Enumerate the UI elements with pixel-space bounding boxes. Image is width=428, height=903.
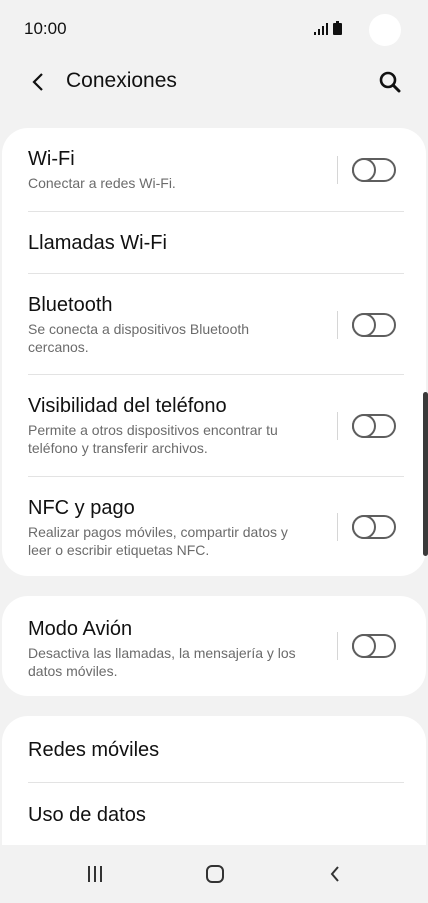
connections-card: Wi-Fi Conectar a redes Wi-Fi. Llamadas W… (2, 128, 426, 576)
network-card: Redes móviles Uso de datos (2, 716, 426, 856)
navigation-bar (0, 845, 428, 903)
row-wifi[interactable]: Wi-Fi Conectar a redes Wi-Fi. (2, 128, 426, 212)
signal-icon (314, 23, 328, 35)
home-button[interactable] (195, 859, 235, 889)
toggle-knob (352, 158, 376, 182)
back-icon (330, 866, 339, 882)
page-title: Conexiones (66, 69, 177, 92)
row-mobile-networks[interactable]: Redes móviles (2, 716, 426, 783)
chevron-left-icon (32, 73, 43, 91)
row-title: Uso de datos (28, 804, 146, 826)
toggle-knob (352, 312, 376, 337)
toggle-knob (352, 634, 376, 658)
row-title: Redes móviles (28, 739, 160, 761)
toggle-wrap (337, 156, 396, 184)
row-nfc[interactable]: NFC y pago Realizar pagos móviles, compa… (2, 477, 426, 576)
toggle-wrap (337, 412, 396, 440)
row-title: Llamadas Wi-Fi (28, 232, 167, 254)
airplane-toggle[interactable] (352, 634, 396, 658)
search-button[interactable] (376, 68, 404, 96)
divider (337, 632, 338, 660)
status-bar: 10:00 (0, 0, 428, 60)
battery-icon (333, 21, 342, 35)
nav-back-button[interactable] (315, 859, 355, 889)
divider (337, 512, 338, 541)
row-airplane-mode[interactable]: Modo Avión Desactiva las llamadas, la me… (2, 596, 426, 696)
recents-button[interactable] (75, 859, 115, 889)
profile-circle (369, 14, 401, 46)
back-button[interactable] (24, 68, 52, 96)
divider (337, 412, 338, 440)
home-icon (206, 865, 224, 883)
row-wifi-calling[interactable]: Llamadas Wi-Fi (2, 212, 426, 274)
recents-icon (88, 866, 102, 882)
toggle-wrap (337, 512, 396, 541)
app-header: Conexiones (0, 60, 428, 104)
row-bluetooth[interactable]: Bluetooth Se conecta a dispositivos Blue… (2, 274, 426, 375)
toggle-wrap (337, 310, 396, 339)
nfc-toggle[interactable] (352, 514, 396, 539)
wifi-toggle[interactable] (352, 158, 396, 182)
divider (337, 310, 338, 339)
visibility-toggle[interactable] (352, 414, 396, 438)
toggle-knob (352, 514, 376, 539)
row-phone-visibility[interactable]: Visibilidad del teléfono Permite a otros… (2, 375, 426, 477)
scrollbar-thumb[interactable] (423, 392, 428, 556)
search-icon (379, 71, 401, 93)
airplane-card: Modo Avión Desactiva las llamadas, la me… (2, 596, 426, 696)
status-time: 10:00 (24, 19, 67, 38)
toggle-knob (352, 414, 376, 438)
toggle-wrap (337, 632, 396, 660)
divider (337, 156, 338, 184)
bluetooth-toggle[interactable] (352, 312, 396, 337)
status-icons (314, 21, 342, 35)
